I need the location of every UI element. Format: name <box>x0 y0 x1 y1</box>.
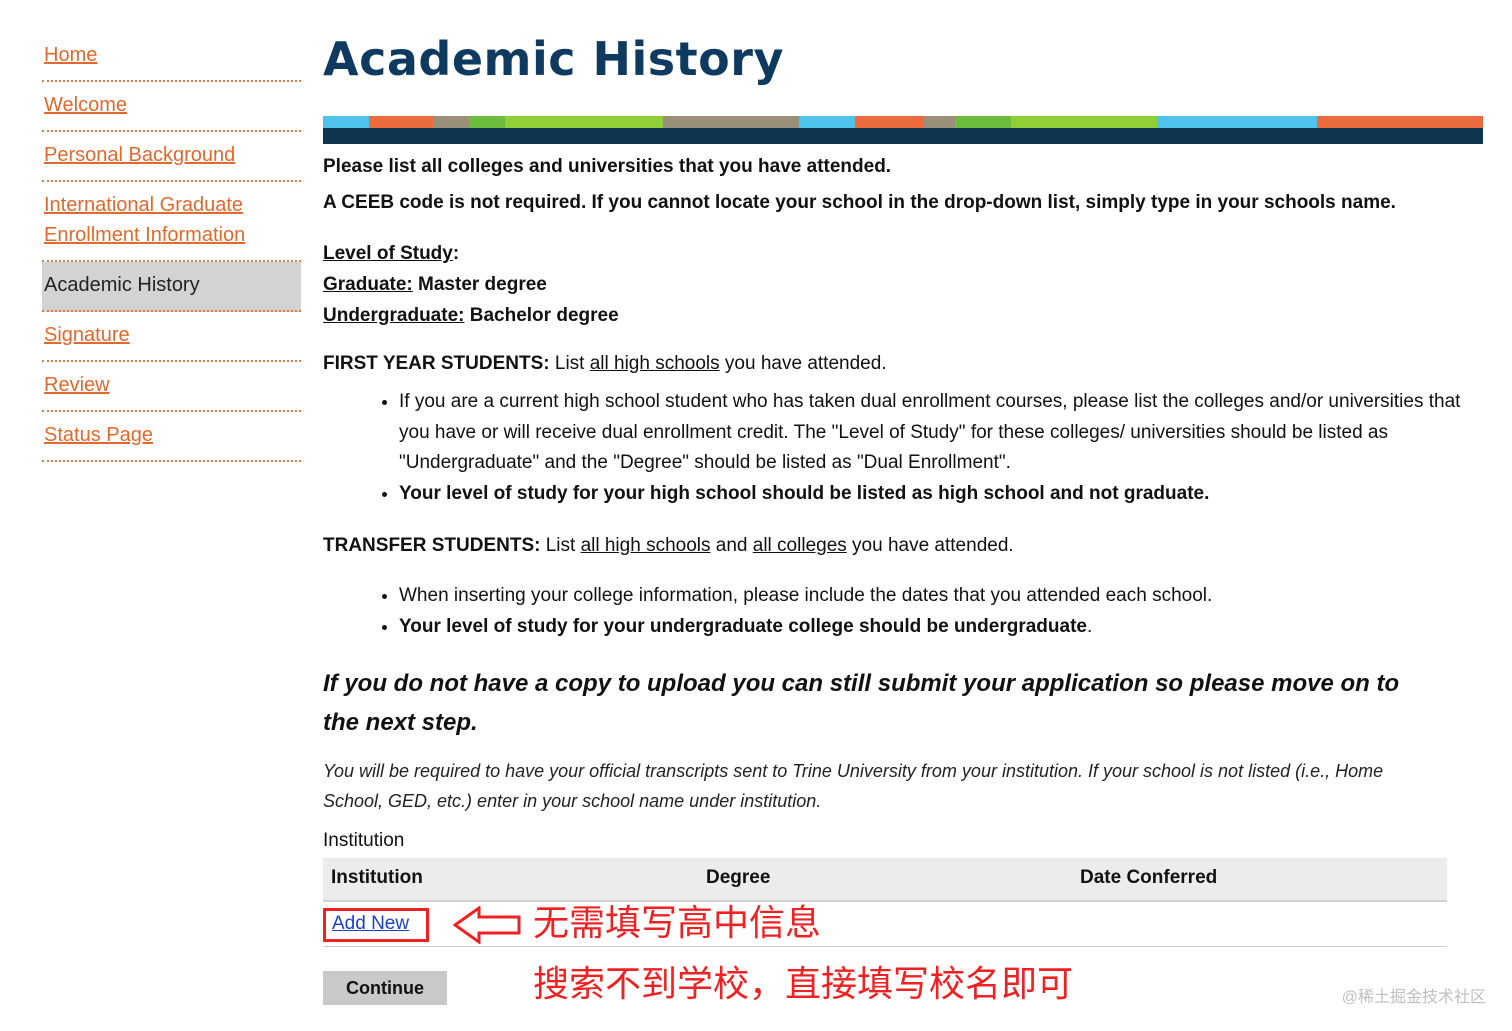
decorative-banner <box>323 116 1483 144</box>
sidebar-link-status-page[interactable]: Status Page <box>44 424 153 446</box>
first-year-section: FIRST YEAR STUDENTS: List all high schoo… <box>323 351 1483 377</box>
transfer-bullets: When inserting your college information,… <box>323 581 1483 642</box>
transfer-bullet-1: When inserting your college information,… <box>399 581 1483 612</box>
transcript-note: You will be required to have your offici… <box>323 761 1384 811</box>
transfer-section: TRANSFER STUDENTS: List all high schools… <box>323 533 1483 559</box>
sidebar-item-review[interactable]: Review <box>42 362 301 412</box>
first-year-post: you have attended. <box>719 353 887 374</box>
sidebar-item-status-page[interactable]: Status Page <box>42 412 301 462</box>
column-header-institution: Institution <box>331 867 423 888</box>
transfer-bullet-2-end: . <box>1086 615 1093 637</box>
sidebar-item-home[interactable]: Home <box>42 32 301 82</box>
sidebar-link-international-graduate[interactable]: International Graduate Enrollment Inform… <box>44 194 245 246</box>
sidebar-link-personal-background[interactable]: Personal Background <box>44 144 235 166</box>
continue-button[interactable]: Continue <box>323 971 447 1005</box>
annotation-type-school-name: 搜索不到学校，直接填写校名即可 <box>533 964 1074 1005</box>
first-year-link: all high schools <box>589 353 720 374</box>
sidebar-link-home[interactable]: Home <box>44 44 97 66</box>
transfer-bullet-2: Your level of study for your undergradua… <box>399 612 1483 643</box>
bottom-area: Continue 搜索不到学校，直接填写校名即可 <box>323 965 1483 1031</box>
graduate-value: Master degree <box>412 274 547 295</box>
page-title: Academic History <box>323 32 784 86</box>
watermark: @稀土掘金技术社区 <box>1341 989 1486 1006</box>
notice-text: If you do not have a copy to upload you … <box>323 670 1400 736</box>
transfer-link-high-schools: all high schools <box>580 535 711 556</box>
institution-label: Institution <box>323 830 405 851</box>
transfer-link-colleges: all colleges <box>752 535 847 556</box>
first-year-bullet-1: If you are a current high school student… <box>399 387 1483 479</box>
first-year-label: FIRST YEAR STUDENTS: <box>323 353 550 374</box>
sidebar-nav: Home Welcome Personal Background Interna… <box>42 32 301 462</box>
undergraduate-label: Undergraduate: <box>323 305 465 326</box>
transfer-label: TRANSFER STUDENTS: <box>323 535 541 556</box>
sidebar-link-welcome[interactable]: Welcome <box>44 94 127 116</box>
sidebar-item-signature[interactable]: Signature <box>42 312 301 362</box>
column-header-degree: Degree <box>706 867 771 888</box>
first-year-bullet-2: Your level of study for your high school… <box>399 479 1483 510</box>
first-year-bullets: If you are a current high school student… <box>323 387 1483 509</box>
sidebar-item-personal-background[interactable]: Personal Background <box>42 132 301 182</box>
sidebar-link-signature[interactable]: Signature <box>44 324 130 346</box>
table-row: Add New 无需填写高中信息 <box>323 902 1447 947</box>
sidebar-item-welcome[interactable]: Welcome <box>42 82 301 132</box>
level-colon: : <box>452 243 460 264</box>
annotation-no-high-school: 无需填写高中信息 <box>533 903 822 944</box>
main-content: Academic History Please list all college… <box>323 28 1483 1031</box>
add-new-highlight-box: Add New <box>323 908 429 942</box>
sidebar-label-academic-history: Academic History <box>44 274 200 296</box>
add-new-link[interactable]: Add New <box>332 913 409 935</box>
intro-text-2: A CEEB code is not required. If you cann… <box>323 192 1396 213</box>
transfer-mid: and <box>710 535 753 556</box>
first-year-pre: List <box>549 353 590 374</box>
arrow-left-icon <box>453 906 521 944</box>
sidebar-item-academic-history[interactable]: Academic History <box>42 262 301 312</box>
transfer-pre: List <box>540 535 581 556</box>
sidebar-item-international-graduate[interactable]: International Graduate Enrollment Inform… <box>42 182 301 262</box>
level-heading: Level of Study <box>323 243 453 264</box>
institution-table-header: Institution Degree Date Conferred <box>323 858 1447 902</box>
column-header-date-conferred: Date Conferred <box>1080 867 1218 888</box>
undergraduate-value: Bachelor degree <box>464 305 619 326</box>
level-of-study: Level of Study: Graduate: Master degree … <box>323 238 1483 331</box>
graduate-label: Graduate: <box>323 274 413 295</box>
sidebar-link-review[interactable]: Review <box>44 374 110 396</box>
transfer-bullet-2-text: Your level of study for your undergradua… <box>399 615 1087 637</box>
intro-text-1: Please list all colleges and universitie… <box>323 156 892 177</box>
transfer-post: you have attended. <box>846 535 1014 556</box>
